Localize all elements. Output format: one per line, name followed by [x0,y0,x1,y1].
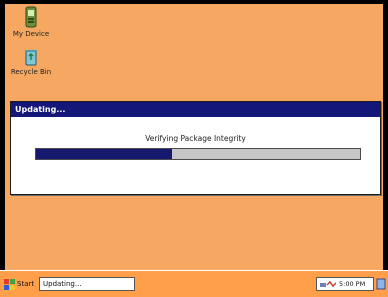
taskbar: Start Updating... 5:00 PM [0,270,388,297]
progress-bar-fill [36,149,173,159]
dialog-title: Updating... [11,102,380,117]
start-label: Start [17,280,35,288]
windows-flag-icon [4,279,15,290]
update-dialog: Updating... Verifying Package Integrity [10,101,381,195]
network-icon[interactable] [320,280,336,289]
desktop-icon-label: My Device [12,30,50,38]
clock[interactable]: 5:00 PM [339,278,365,290]
start-button[interactable]: Start [4,277,36,292]
desktop-icon-label: Recycle Bin [10,68,52,76]
handheld-device-icon [25,6,37,28]
recycle-bin-icon [25,50,37,66]
show-desktop-icon[interactable] [376,278,386,290]
system-tray: 5:00 PM [316,277,374,291]
desktop-icon-recycle-bin[interactable]: Recycle Bin [5,48,57,76]
desktop-icon-my-device[interactable]: My Device [5,6,57,38]
progress-bar [35,148,361,160]
dialog-status-text: Verifying Package Integrity [145,134,246,143]
screen: My Device Recycle Bin Updating... Verify… [0,0,388,297]
taskbar-task-updating[interactable]: Updating... [39,277,135,291]
